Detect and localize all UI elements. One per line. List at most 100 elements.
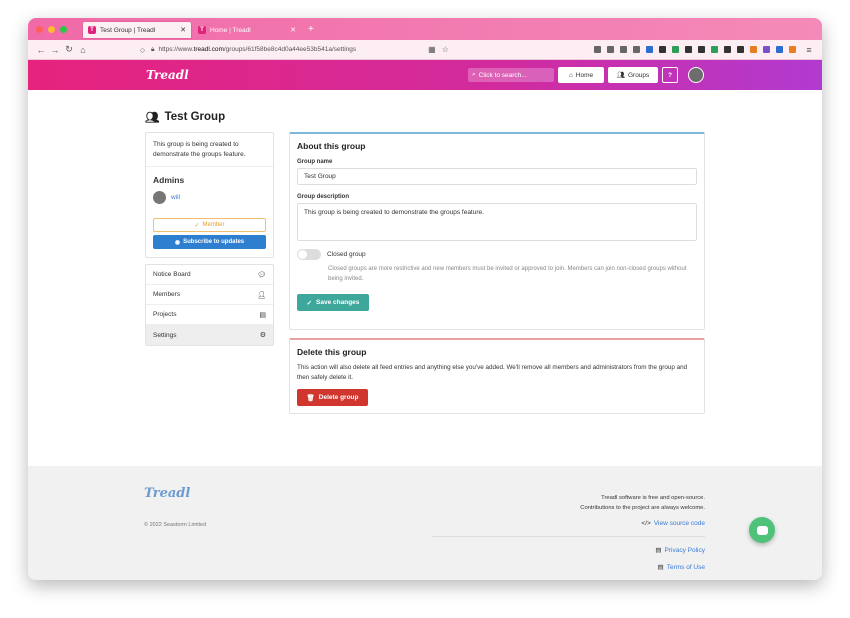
copyright-text: © 2022 Seastorm Limited — [144, 522, 207, 528]
forward-icon[interactable]: → — [48, 45, 62, 55]
help-button[interactable]: ? — [662, 67, 678, 83]
privacy-policy-link[interactable]: ▤ Privacy Policy — [655, 546, 705, 555]
delete-description: This action will also delete all feed en… — [297, 364, 688, 381]
menu-item-label: Members — [153, 291, 181, 298]
gears-icon: ⚙︎ — [259, 332, 266, 339]
maximize-window-button[interactable] — [60, 25, 67, 33]
search-input[interactable]: ⌕ Click to search... — [468, 68, 554, 82]
terms-label: Terms of Use — [666, 563, 705, 571]
browser-extensions: ≡ — [594, 45, 816, 55]
reload-icon[interactable]: ↻ — [62, 44, 76, 55]
footer: Treadl © 2022 Seastorm Limited Treadl so… — [28, 466, 822, 580]
delete-group-card: Delete this group This action will also … — [289, 338, 705, 414]
extension-icon[interactable] — [711, 46, 718, 53]
chat-bubble-button[interactable] — [749, 517, 775, 543]
book-icon: ▤ — [259, 311, 266, 319]
privacy-label: Privacy Policy — [664, 546, 705, 554]
closed-group-label: Closed group — [327, 251, 366, 258]
about-title: About this group — [297, 141, 366, 151]
comment-icon: 💬︎ — [257, 271, 266, 279]
url-prefix: https://www. — [158, 46, 194, 53]
closed-group-help: Closed groups are more restrictive and n… — [328, 266, 687, 282]
menu-item-settings[interactable]: Settings ⚙︎ — [146, 325, 273, 345]
terms-of-use-link[interactable]: ▤ Terms of Use — [658, 563, 705, 572]
admins-heading: Admins — [153, 175, 185, 185]
metamask-icon[interactable] — [750, 46, 757, 53]
treadl-logo[interactable]: Treadl — [146, 68, 189, 82]
menu-icon[interactable]: ≡ — [802, 45, 816, 55]
tab-label: Test Group | Treadl — [100, 26, 156, 34]
app-header: Treadl ⌕ Click to search... ⌂ Home 👥︎ Gr… — [28, 60, 822, 90]
closed-group-row: Closed group — [290, 249, 704, 260]
tab-bar: T Test Group | Treadl ✕ T Home | Treadl … — [28, 18, 822, 40]
member-label: Member — [202, 222, 225, 228]
trash-icon: 🗑︎ — [306, 394, 315, 402]
extension-icon[interactable] — [737, 46, 744, 53]
close-window-button[interactable] — [36, 25, 43, 33]
menu-item-projects[interactable]: Projects ▤ — [146, 305, 273, 325]
new-tab-button[interactable]: + — [308, 24, 314, 35]
extension-icon[interactable] — [763, 46, 770, 53]
lock-icon: 🔒︎ — [151, 45, 155, 53]
download-icon[interactable] — [607, 46, 614, 53]
library-icon[interactable] — [620, 46, 627, 53]
menu-item-label: Notice Board — [153, 271, 191, 278]
book-icon: ▤ — [655, 547, 662, 554]
group-name-input[interactable]: Test Group — [297, 168, 697, 185]
view-source-label: View source code — [653, 520, 705, 527]
search-placeholder: Click to search... — [478, 71, 527, 79]
extension-icon[interactable] — [776, 46, 783, 53]
extension-icon[interactable] — [789, 46, 796, 53]
home-icon[interactable]: ⌂ — [76, 45, 90, 55]
subscribe-label: Subscribe to updates — [183, 239, 245, 245]
footer-logo: Treadl — [144, 486, 191, 501]
admin-item[interactable]: will — [146, 189, 273, 206]
navigation-bar: ← → ↻ ⌂ ◇ 🔒︎ https://www. treadl.com/grou… — [28, 40, 822, 60]
close-tab-icon[interactable]: ✕ — [180, 26, 186, 34]
page-title-text: Test Group — [164, 111, 226, 123]
group-description-textarea[interactable]: This group is being created to demonstra… — [297, 203, 697, 241]
close-tab-icon[interactable]: ✕ — [290, 26, 296, 34]
sidebar-icon[interactable] — [633, 46, 640, 53]
url-bar[interactable]: ◇ 🔒︎ https://www. treadl.com/groups/61f58… — [140, 46, 356, 54]
chat-icon — [756, 525, 768, 535]
qr-code-icon[interactable]: ▦ — [428, 45, 436, 54]
back-icon[interactable]: ← — [34, 45, 48, 55]
groups-button[interactable]: 👥︎ Groups — [608, 67, 658, 83]
bookmark-star-icon[interactable]: ☆ — [442, 45, 449, 54]
delete-title: Delete this group — [297, 347, 367, 357]
check-icon: ✓ — [306, 299, 313, 307]
menu-item-notice-board[interactable]: Notice Board 💬︎ — [146, 265, 273, 285]
extension-icon[interactable] — [659, 46, 666, 53]
view-source-link[interactable]: </> View source code — [641, 520, 705, 527]
extension-icon[interactable] — [724, 46, 731, 53]
minimize-window-button[interactable] — [48, 25, 55, 33]
tab-test-group[interactable]: T Test Group | Treadl ✕ — [82, 21, 192, 39]
about-group-card: About this group Group name Test Group G… — [289, 132, 705, 330]
admin-name: will — [171, 194, 181, 201]
closed-group-toggle[interactable] — [297, 249, 321, 260]
footer-divider — [432, 536, 705, 537]
rss-icon: ◉ — [174, 239, 181, 246]
treadl-favicon-icon: T — [198, 26, 206, 34]
menu-item-label: Projects — [153, 311, 177, 318]
menu-item-label: Settings — [153, 331, 177, 339]
footer-contrib-text: Contributions to the project are always … — [580, 505, 705, 511]
extension-icon[interactable] — [685, 46, 692, 53]
home-label: Home — [575, 71, 594, 79]
pocket-icon[interactable] — [594, 46, 601, 53]
subscribe-button[interactable]: ◉ Subscribe to updates — [153, 235, 266, 249]
home-button[interactable]: ⌂ Home — [558, 67, 604, 83]
user-avatar[interactable] — [688, 67, 704, 83]
avatar — [153, 191, 166, 204]
save-changes-button[interactable]: ✓ Save changes — [297, 294, 369, 311]
member-button[interactable]: ✓ Member — [153, 218, 266, 232]
extension-icon[interactable] — [646, 46, 653, 53]
extension-icon[interactable] — [698, 46, 705, 53]
search-icon: ⌕ — [472, 71, 476, 78]
menu-item-members[interactable]: Members 👤︎ — [146, 285, 273, 305]
tab-home[interactable]: T Home | Treadl ✕ — [192, 21, 302, 39]
delete-group-button[interactable]: 🗑︎ Delete group — [297, 389, 368, 406]
extension-icon[interactable] — [672, 46, 679, 53]
users-icon: 👥︎ — [145, 112, 160, 124]
